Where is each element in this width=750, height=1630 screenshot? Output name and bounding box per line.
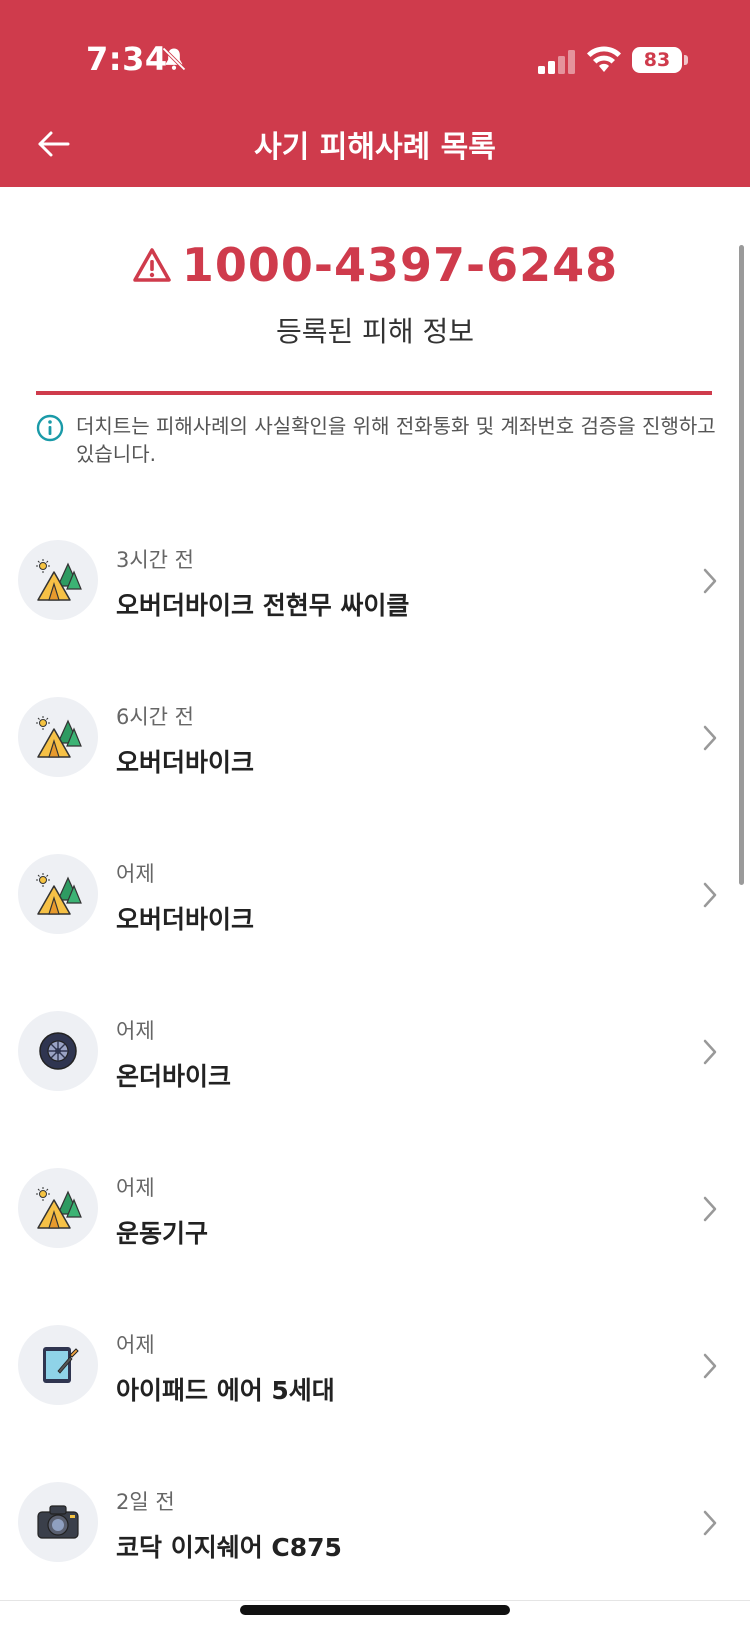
page-title: 사기 피해사례 목록 — [254, 130, 496, 165]
tablet-icon — [43, 1347, 79, 1383]
bottom-divider — [0, 1600, 750, 1601]
chevron-right-icon — [703, 1353, 717, 1379]
chevron-right-icon — [703, 1039, 717, 1065]
avatar — [18, 1482, 98, 1562]
avatar — [18, 697, 98, 777]
phone-number: 1000-4397-6248 — [181, 238, 619, 292]
list-item[interactable]: 어제 온더바이크 — [0, 979, 750, 1136]
list-item[interactable]: 어제 아이패드 에어 5세대 — [0, 1293, 750, 1450]
case-title: 온더바이크 — [116, 1062, 232, 1091]
notice: 더치트는 피해사례의 사실확인을 위해 전화통화 및 계좌번호 검증을 진행하고… — [36, 412, 716, 468]
list-item[interactable]: 어제 오버더바이크 — [0, 822, 750, 979]
list-item[interactable]: 3시간 전 오버더바이크 전현무 싸이클 — [0, 508, 750, 665]
phone-row: 1000-4397-6248 — [0, 238, 750, 292]
summary-block: 1000-4397-6248 등록된 피해 정보 — [0, 238, 750, 350]
status-bar: 7:34 83 — [0, 0, 750, 120]
battery-indicator: 83 — [632, 47, 682, 73]
chevron-right-icon — [703, 1196, 717, 1222]
subtitle: 등록된 피해 정보 — [275, 315, 475, 348]
tire-icon — [39, 1032, 77, 1070]
warning-icon — [133, 248, 171, 282]
avatar — [18, 1011, 98, 1091]
wifi-icon — [587, 46, 621, 72]
camping-icon — [36, 559, 82, 601]
case-title: 운동기구 — [116, 1219, 209, 1248]
avatar — [18, 1325, 98, 1405]
case-time: 2일 전 — [116, 1490, 175, 1514]
case-time: 어제 — [116, 1019, 155, 1043]
avatar — [18, 1168, 98, 1248]
chevron-right-icon — [703, 568, 717, 594]
case-list: 3시간 전 오버더바이크 전현무 싸이클 6시간 전 오버더바이크 어제 오버더… — [0, 508, 750, 1607]
notice-text: 더치트는 피해사례의 사실확인을 위해 전화통화 및 계좌번호 검증을 진행하고… — [76, 414, 716, 466]
list-item[interactable]: 2일 전 코닥 이지쉐어 C875 — [0, 1450, 750, 1607]
case-title: 오버더바이크 — [116, 905, 255, 934]
camping-icon — [36, 1187, 82, 1229]
case-title: 코닥 이지쉐어 C875 — [116, 1533, 342, 1562]
case-time: 3시간 전 — [116, 548, 194, 572]
list-item[interactable]: 6시간 전 오버더바이크 — [0, 665, 750, 822]
case-time: 어제 — [116, 1333, 155, 1357]
case-time: 어제 — [116, 862, 155, 886]
home-indicator[interactable] — [240, 1605, 510, 1615]
case-time: 6시간 전 — [116, 705, 194, 729]
app-header: 7:34 83 사기 피해사례 목록 — [0, 0, 750, 187]
list-item[interactable]: 어제 운동기구 — [0, 1136, 750, 1293]
camera-icon — [37, 1505, 79, 1539]
case-title: 오버더바이크 전현무 싸이클 — [116, 591, 410, 620]
battery-tip — [684, 55, 688, 65]
case-title: 오버더바이크 — [116, 748, 255, 777]
bell-muted-icon — [162, 47, 186, 71]
signal-icon — [538, 50, 575, 74]
case-time: 어제 — [116, 1176, 155, 1200]
chevron-right-icon — [703, 882, 717, 908]
avatar — [18, 854, 98, 934]
camping-icon — [36, 873, 82, 915]
camping-icon — [36, 716, 82, 758]
avatar — [18, 540, 98, 620]
case-title: 아이패드 에어 5세대 — [116, 1376, 335, 1405]
status-time: 7:34 — [86, 40, 168, 78]
divider — [36, 391, 712, 395]
chevron-right-icon — [703, 1510, 717, 1536]
chevron-right-icon — [703, 725, 717, 751]
info-icon — [36, 414, 64, 442]
